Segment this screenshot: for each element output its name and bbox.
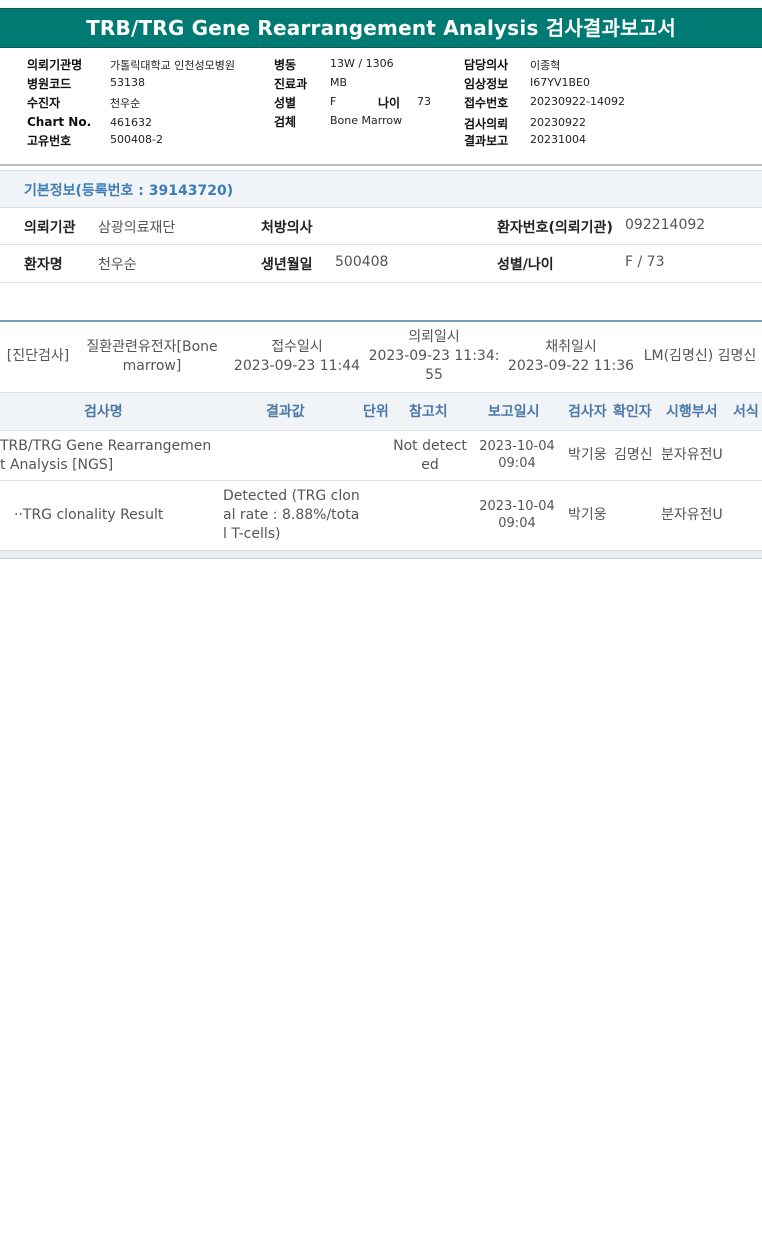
row-confirmer: 김명신 <box>614 447 653 463</box>
patient-name-label: 환자명 <box>24 257 63 273</box>
patient-name-value: 천우순 <box>98 257 137 273</box>
basic-info-title: 기본정보(등록번호 : 39143720) <box>24 183 234 199</box>
row-report-time: 09:04 <box>498 516 536 531</box>
prescribing-doctor-label: 처방의사 <box>261 220 313 236</box>
row-reference: Not detect ed <box>390 437 470 475</box>
ward-value: 13W / 1306 <box>330 57 394 70</box>
department-label: 진료과 <box>274 77 308 91</box>
sex-age-label: 성별/나이 <box>497 257 554 273</box>
col-header-test-name[interactable]: 검사명 <box>84 401 123 421</box>
row-report-datetime: 2023-10-04 09:04 <box>474 498 560 532</box>
examinee-value: 천우순 <box>110 97 141 110</box>
order-test-name-line1: 질환관련유전자[Bone <box>86 339 218 355</box>
specimen-value: Bone Marrow <box>330 114 403 127</box>
chart-no-value: 461632 <box>110 116 152 129</box>
horizontal-scrollbar[interactable] <box>0 550 762 559</box>
physician-label: 담당의사 <box>464 58 509 72</box>
sex-value: F <box>330 95 337 108</box>
row-test-name: TRB/TRG Gene Rearrangemen t Analysis [NG… <box>0 437 215 475</box>
receipt-no-label: 접수번호 <box>464 96 509 110</box>
row-reference-line1: Not detect <box>393 438 467 454</box>
request-date-label: 검사의뢰 <box>464 117 509 131</box>
sex-label: 성별 <box>274 96 297 110</box>
row-tester: 박기웅 <box>568 447 607 463</box>
unique-no-label: 고유번호 <box>27 134 72 148</box>
clinical-info-value: I67YV1BE0 <box>530 76 590 89</box>
order-section-border <box>0 320 762 322</box>
header-divider <box>0 164 762 166</box>
requested-value-line2: 55 <box>425 367 443 383</box>
referral-institution-value: 삼광의료재단 <box>98 220 176 236</box>
birth-date-label: 생년월일 <box>261 257 313 273</box>
age-label: 나이 <box>378 96 401 110</box>
basic-info-bottom-divider <box>0 282 762 283</box>
col-header-confirmer[interactable]: 확인자 <box>613 401 652 421</box>
specimen-label: 검체 <box>274 115 297 129</box>
hospital-code-label: 병원코드 <box>27 77 72 91</box>
patient-no-label: 환자번호(의뢰기관) <box>497 220 613 236</box>
clinical-info-label: 임상정보 <box>464 77 509 91</box>
chart-no-label: Chart No. <box>27 115 92 129</box>
department-value: MB <box>330 76 348 89</box>
row-test-name-line1: TRB/TRG Gene Rearrangemen <box>0 438 212 454</box>
row-reference-line2: ed <box>421 457 439 473</box>
ward-label: 병동 <box>274 58 297 72</box>
row-test-name: ··TRG clonality Result <box>14 506 219 525</box>
basic-info-bar: 기본정보(등록번호 : 39143720) <box>0 170 762 208</box>
row-test-name-line2: t Analysis [NGS] <box>0 457 114 473</box>
col-header-unit[interactable]: 단위 <box>363 401 389 421</box>
row-report-date: 2023-10-04 <box>479 499 555 514</box>
row-department: 분자유전U <box>661 447 723 463</box>
row-result-line2: al rate : 8.88%/tota <box>223 507 360 523</box>
order-staff: LM(김명신) 김명신 <box>643 348 757 364</box>
basic-info-row-divider <box>0 244 762 245</box>
col-header-tester[interactable]: 검사자 <box>568 401 607 421</box>
patient-no-value: 092214092 <box>625 217 706 233</box>
row-report-datetime: 2023-10-04 09:04 <box>474 438 560 472</box>
col-header-reference[interactable]: 참고치 <box>409 401 448 421</box>
institution-label: 의뢰기관명 <box>27 58 83 72</box>
request-date-value: 20230922 <box>530 116 586 129</box>
receipt-no-value: 20230922-14092 <box>530 95 625 108</box>
col-header-result[interactable]: 결과값 <box>266 401 305 421</box>
row-tester: 박기웅 <box>568 507 607 523</box>
received-label: 접수일시 <box>271 339 323 355</box>
order-test-name-line2: marrow] <box>122 358 182 374</box>
referral-institution-label: 의뢰기관 <box>24 220 76 236</box>
table-row-divider <box>0 480 762 481</box>
row-test-name-line1: ··TRG clonality Result <box>14 507 164 523</box>
hospital-code-value: 53138 <box>110 76 145 89</box>
sex-age-value: F / 73 <box>625 254 665 270</box>
examinee-label: 수진자 <box>27 96 61 110</box>
report-title: TRB/TRG Gene Rearrangement Analysis 검사결과… <box>0 8 762 48</box>
collected-value: 2023-09-22 11:36 <box>507 358 635 374</box>
row-result-line1: Detected (TRG clon <box>223 488 360 504</box>
received-datetime: 접수일시 2023-09-23 11:44 <box>226 338 368 376</box>
unique-no-value: 500408-2 <box>110 133 163 146</box>
report-date-value: 20231004 <box>530 133 586 146</box>
col-header-report-datetime[interactable]: 보고일시 <box>488 401 540 421</box>
row-department: 분자유전U <box>661 507 723 523</box>
row-report-time: 09:04 <box>498 456 536 471</box>
requested-datetime: 의뢰일시 2023-09-23 11:34: 55 <box>362 328 506 385</box>
row-report-date: 2023-10-04 <box>479 439 555 454</box>
order-test-name: 질환관련유전자[Bone marrow] <box>78 338 226 376</box>
received-value: 2023-09-23 11:44 <box>233 358 361 374</box>
col-header-format[interactable]: 서식 <box>733 401 759 421</box>
order-category: [진단검사] <box>6 348 70 364</box>
col-header-department[interactable]: 시행부서 <box>666 401 718 421</box>
institution-value: 가톨릭대학교 인천성모병원 <box>110 59 235 72</box>
collected-datetime: 채취일시 2023-09-22 11:36 <box>500 338 642 376</box>
requested-value-line1: 2023-09-23 11:34: <box>368 348 500 364</box>
physician-value: 이종혁 <box>530 59 561 72</box>
collected-label: 채취일시 <box>545 339 597 355</box>
requested-label: 의뢰일시 <box>408 329 460 345</box>
row-result-line3: l T-cells) <box>223 526 281 542</box>
report-date-label: 결과보고 <box>464 134 509 148</box>
row-result: Detected (TRG clon al rate : 8.88%/tota … <box>223 487 368 544</box>
birth-date-value: 500408 <box>335 254 389 270</box>
age-value: 73 <box>417 95 431 108</box>
